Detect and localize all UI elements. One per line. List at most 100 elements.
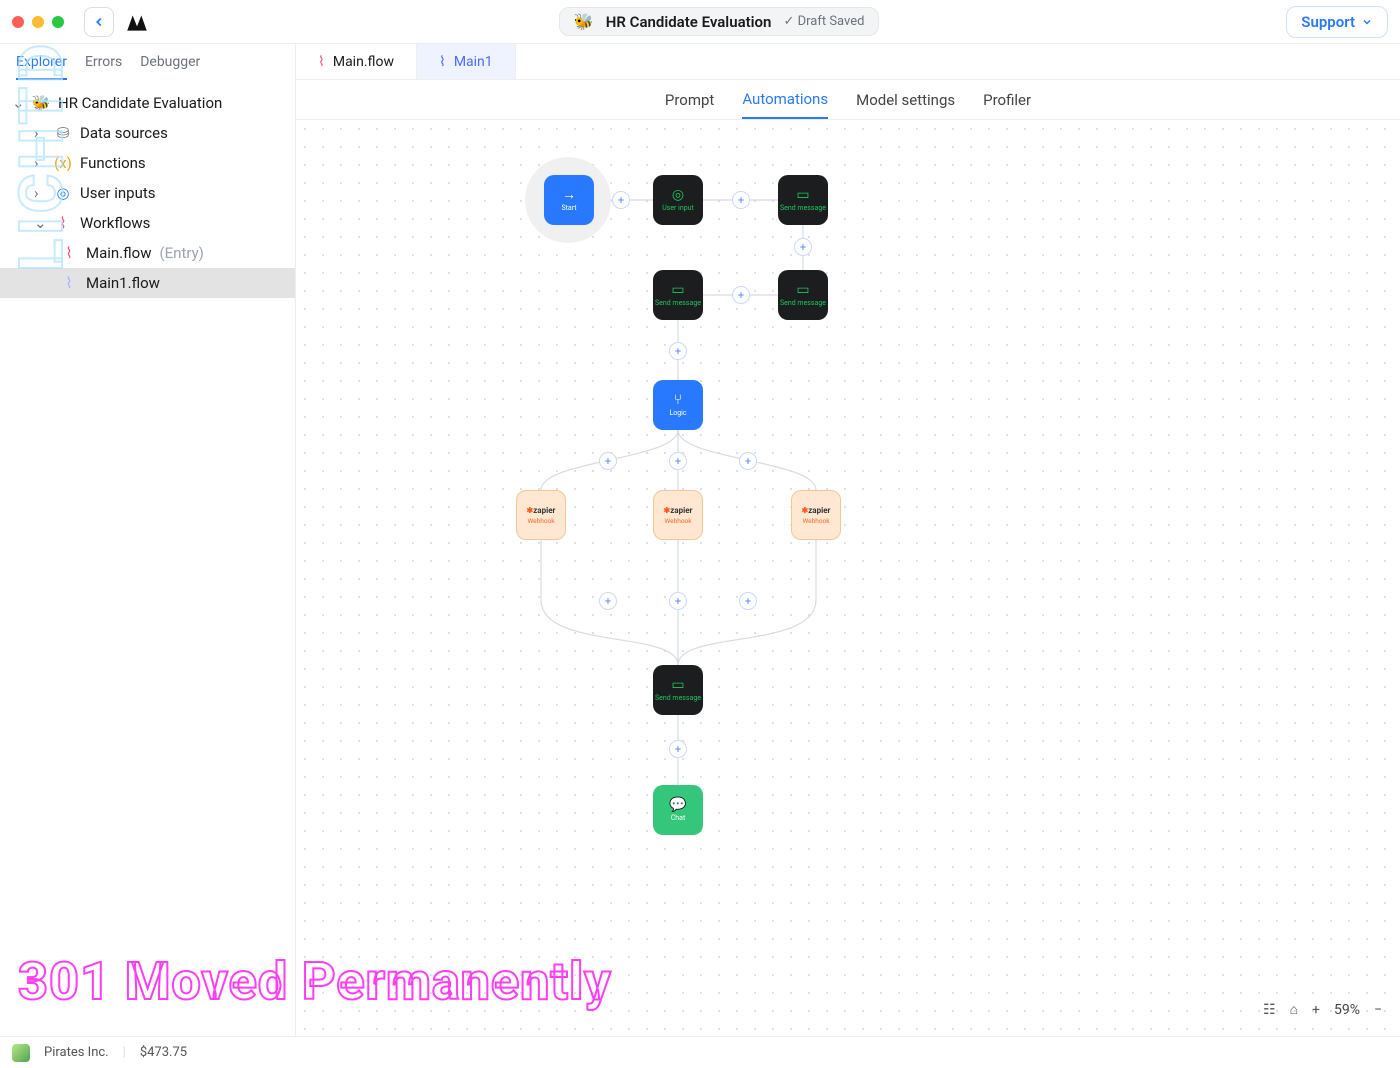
flow-icon: ⌇ [60,274,78,292]
add-node-button[interactable]: + [612,191,630,209]
node-chat[interactable]: 💬 Chat [653,785,703,835]
close-window-icon[interactable] [12,16,24,28]
project-title: HR Candidate Evaluation [606,13,772,31]
workflow-icon: ⌇ [54,214,72,232]
chevron-right-icon: › [34,184,46,202]
file-tabs: ⌇ Main.flow ⌇ Main1 [296,44,1400,80]
node-label: Start [561,204,576,212]
tree-root-label: HR Candidate Evaluation [58,94,222,112]
node-send-message-4[interactable]: ▭ Send message [653,665,703,715]
flow-icon: ⌇ [318,54,325,70]
message-icon: ▭ [671,678,684,692]
tree-item-main-flow[interactable]: ⌇ Main.flow (Entry) [0,238,295,268]
add-node-button[interactable]: + [599,592,617,610]
node-send-message-3[interactable]: ▭ Send message [653,270,703,320]
tree-root[interactable]: ⌄ 🐝 HR Candidate Evaluation [0,88,295,118]
flow-canvas[interactable]: → Start + ◎ User input + ▭ Send message … [296,120,1400,1036]
add-node-button[interactable]: + [669,592,687,610]
zapier-logo: ✱zapier [802,506,831,515]
chevron-right-icon: › [34,154,46,172]
add-node-button[interactable]: + [669,342,687,360]
node-label: Chat [671,814,686,822]
tree-item-main1-flow[interactable]: ⌇ Main1.flow [0,268,295,298]
footer-amount: $473.75 [140,1045,187,1060]
node-label: Send message [655,694,701,702]
chevron-right-icon: › [34,124,46,142]
maximize-window-icon[interactable] [52,16,64,28]
node-send-message-1[interactable]: ▭ Send message [778,175,828,225]
zapier-logo: ✱zapier [664,506,693,515]
zoom-controls: ☷ ⌂ + 59% − [1263,1001,1382,1018]
chevron-down-icon [1361,16,1373,28]
back-button[interactable] [84,7,114,37]
project-icon: 🐝 [32,94,50,112]
add-node-button[interactable]: + [794,238,812,256]
node-start[interactable]: → Start [544,175,594,225]
file-tab-label: Main1 [454,54,493,70]
tree-item-workflows[interactable]: ⌄ ⌇ Workflows [0,208,295,238]
node-zapier-2[interactable]: ✱zapier Webhook [653,490,703,540]
editor-pane: ⌇ Main.flow ⌇ Main1 Prompt Automations M… [296,44,1400,1036]
database-icon: ⛁ [54,124,72,142]
subtab-model-settings[interactable]: Model settings [856,91,955,109]
tree-item-label: Functions [80,154,146,172]
window-traffic-lights [12,16,64,28]
node-logic[interactable]: ⑂ Logic [653,380,703,430]
footer: Pirates Inc. | $473.75 [0,1036,1400,1068]
chevron-down-icon: ⌄ [12,94,24,112]
node-send-message-2[interactable]: ▭ Send message [778,270,828,320]
tree-item-user-inputs[interactable]: › ◎ User inputs [0,178,295,208]
file-tab-main1[interactable]: ⌇ Main1 [417,44,516,79]
file-tab-main[interactable]: ⌇ Main.flow [296,44,417,79]
add-node-button[interactable]: + [669,740,687,758]
node-label: Send message [780,299,826,307]
branch-icon: ⑂ [674,393,682,407]
subtab-profiler[interactable]: Profiler [983,91,1031,109]
node-label: Webhook [664,517,691,525]
side-tab-errors[interactable]: Errors [85,54,122,70]
file-tab-label: Main.flow [333,54,394,70]
add-node-button[interactable]: + [669,452,687,470]
chat-icon: 💬 [669,798,686,812]
message-icon: ▭ [796,188,809,202]
user-input-icon: ◎ [54,184,72,202]
target-icon: ◎ [672,188,684,202]
message-icon: ▭ [796,283,809,297]
node-label: Send message [780,204,826,212]
separator: | [123,1045,126,1060]
support-button[interactable]: Support [1286,6,1388,38]
company-avatar [12,1044,30,1062]
add-node-button[interactable]: + [739,592,757,610]
explorer-tree: ⌄ 🐝 HR Candidate Evaluation › ⛁ Data sou… [0,80,295,306]
tree-item-label: Main1.flow [86,274,160,292]
node-label: Webhook [527,517,554,525]
flow-icon: ⌇ [60,244,78,262]
zoom-in-button[interactable]: + [1312,1002,1320,1018]
minimize-window-icon[interactable] [32,16,44,28]
add-node-button[interactable]: + [599,452,617,470]
node-zapier-3[interactable]: ✱zapier Webhook [791,490,841,540]
tree-item-label: Data sources [80,124,168,142]
node-zapier-1[interactable]: ✱zapier Webhook [516,490,566,540]
sitemap-icon[interactable]: ☷ [1263,1002,1276,1018]
subtab-prompt[interactable]: Prompt [665,91,714,109]
chevron-down-icon: ⌄ [34,214,46,232]
side-tab-explorer[interactable]: Explorer [16,54,67,80]
node-label: Webhook [802,517,829,525]
node-label: Logic [669,409,686,417]
tree-item-functions[interactable]: › (x) Functions [0,148,295,178]
node-user-input[interactable]: ◎ User input [653,175,703,225]
add-node-button[interactable]: + [739,452,757,470]
tree-item-data-sources[interactable]: › ⛁ Data sources [0,118,295,148]
side-tabs: Explorer Errors Debugger [0,44,295,80]
subtab-automations[interactable]: Automations [742,90,828,119]
canvas-subtabs: Prompt Automations Model settings Profil… [296,80,1400,120]
add-node-button[interactable]: + [732,191,750,209]
edges [296,120,1400,1036]
zoom-out-button[interactable]: − [1374,1002,1382,1018]
arrow-right-icon: → [562,188,576,202]
home-icon[interactable]: ⌂ [1290,1001,1298,1018]
entry-badge: (Entry) [160,244,204,262]
side-tab-debugger[interactable]: Debugger [140,54,200,70]
add-node-button[interactable]: + [732,286,750,304]
